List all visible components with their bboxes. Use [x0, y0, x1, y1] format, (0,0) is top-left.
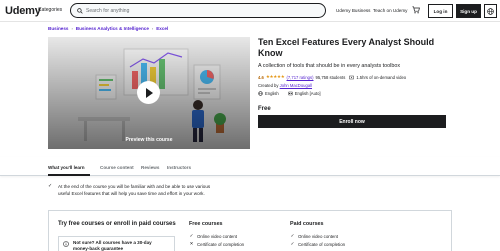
course-subtitle: A collection of tools that should be in …: [258, 63, 401, 69]
tab-reviews[interactable]: Reviews: [141, 165, 159, 170]
close-icon: ✕: [189, 241, 194, 246]
paid-feature-video: Online video content: [298, 233, 339, 239]
video-icon: [349, 75, 355, 79]
search-input[interactable]: Search for anything: [86, 8, 129, 14]
free-feature-row: ✕ Certificate of completion: [189, 241, 245, 247]
free-feature-video: Online video content: [197, 233, 238, 239]
tab-instructors[interactable]: Instructors: [167, 165, 191, 170]
language-label: English: [265, 91, 279, 96]
objective-text: At the end of the course you will be fam…: [58, 183, 210, 197]
globe-icon: [258, 91, 263, 96]
paid-feature-row: ✓ Certificate of completion: [290, 241, 346, 247]
login-button[interactable]: Log in: [428, 4, 453, 18]
paid-feature-row: ✓ Online video content: [290, 233, 338, 239]
rating-row: 4.6 ★★★★★ (7,717 ratings) 95,758 student…: [258, 74, 406, 80]
search-icon: [77, 7, 83, 14]
objective-line-2: useful Excel features that will help you…: [58, 191, 205, 196]
free-feature-certificate: Certificate of completion: [197, 241, 245, 247]
star-rating-icon: ★★★★★: [265, 74, 285, 79]
course-price: Free: [258, 106, 271, 112]
course-meta: English English [Auto]: [258, 91, 321, 96]
categories-menu[interactable]: Categories: [38, 7, 62, 13]
chevron-right-icon: ›: [71, 26, 73, 31]
created-by-label: Created by: [258, 83, 279, 88]
chevron-right-icon: ›: [151, 26, 154, 31]
course-title: Ten Excel Features Every Analyst Should …: [258, 37, 435, 58]
captions-info: English [Auto]: [287, 91, 321, 96]
cart-icon[interactable]: [412, 6, 420, 14]
free-vs-paid-compare: Try free courses or enroll in paid cours…: [48, 210, 452, 251]
globe-icon: [487, 7, 494, 15]
course-preview-video[interactable]: Preview this course: [48, 37, 250, 149]
checkmark-icon: ✓: [189, 233, 194, 238]
guarantee-text: Not sure? All courses have a 30-day mone…: [73, 240, 173, 251]
signup-button[interactable]: Sign up: [456, 4, 481, 18]
course-tabs: What you'll learn Course content Reviews…: [0, 157, 500, 176]
teach-on-udemy-link[interactable]: Teach on Udemy: [373, 8, 407, 13]
compare-title: Try free courses or enroll in paid cours…: [58, 221, 176, 227]
free-courses-title: Free courses: [189, 221, 223, 227]
learning-objective: ✓ At the end of the course you will be f…: [48, 183, 448, 197]
rating-count-link[interactable]: (7,717 ratings): [287, 75, 314, 80]
rating-value: 4.6: [258, 74, 264, 80]
play-icon: [146, 87, 153, 98]
search-bar[interactable]: Search for anything: [70, 3, 326, 18]
guarantee-card: Not sure? All courses have a 30-day mone…: [58, 236, 175, 251]
checkmark-icon: ✓: [48, 183, 53, 189]
tab-course-content[interactable]: Course content: [100, 165, 134, 170]
checkmark-icon: ✓: [290, 233, 295, 238]
paid-courses-title: Paid courses: [290, 221, 324, 227]
breadcrumb-excel[interactable]: Excel: [156, 26, 168, 31]
guarantee-line-2: money-back guarantee: [73, 246, 124, 251]
logo-text: Udemy: [5, 4, 41, 17]
checkmark-icon: ✓: [290, 241, 295, 246]
tab-what-you-learn[interactable]: What you'll learn: [48, 165, 85, 170]
preview-label: Preview this course: [125, 137, 173, 143]
breadcrumb-business[interactable]: Business: [48, 26, 68, 31]
language-info: English: [258, 91, 279, 96]
author-link[interactable]: John MacDougall: [280, 83, 312, 88]
language-button[interactable]: [484, 4, 497, 18]
udemy-business-link[interactable]: Udemy Business: [336, 8, 370, 13]
udemy-logo[interactable]: Udemy: [5, 4, 41, 17]
free-feature-row: ✓ Online video content: [189, 233, 237, 239]
created-by: Created by John MacDougall: [258, 83, 312, 88]
breadcrumb: Business › Business Analytics & Intellig…: [48, 26, 168, 31]
paid-feature-certificate: Certificate of completion: [298, 241, 346, 247]
student-count: 95,758 students: [315, 74, 346, 80]
guarantee-line-1: Not sure? All courses have a 30-day: [73, 240, 152, 245]
active-tab-indicator: [48, 174, 90, 176]
objective-line-1: At the end of the course you will be fam…: [58, 184, 211, 189]
course-duration: 1.5hrs of on-demand video: [356, 74, 407, 80]
info-icon: [63, 241, 69, 247]
breadcrumb-business-analytics[interactable]: Business Analytics & Intelligence: [76, 26, 149, 31]
top-navbar: Udemy Categories Search for anything Ude…: [0, 0, 500, 22]
enroll-now-button[interactable]: Enroll now: [258, 115, 446, 128]
closed-captions-icon: [287, 91, 293, 96]
play-button[interactable]: [137, 81, 160, 104]
captions-label: English [Auto]: [294, 91, 321, 96]
